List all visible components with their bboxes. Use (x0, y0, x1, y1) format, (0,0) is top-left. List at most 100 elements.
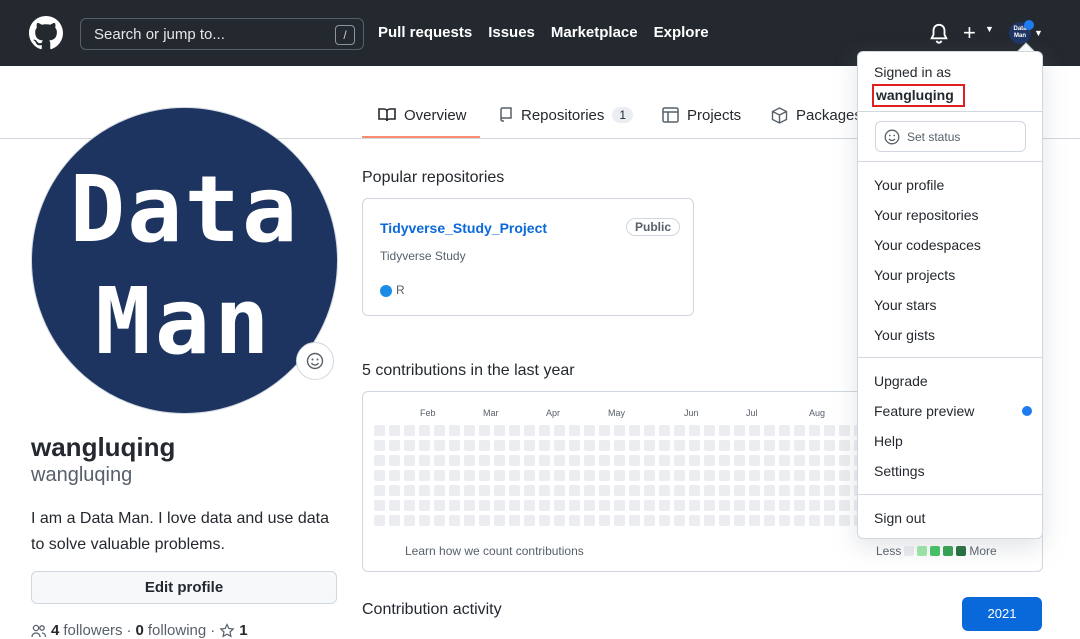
contribution-day-cell[interactable] (494, 515, 505, 526)
contribution-day-cell[interactable] (569, 470, 580, 481)
contribution-day-cell[interactable] (449, 425, 460, 436)
contribution-day-cell[interactable] (599, 500, 610, 511)
contribution-day-cell[interactable] (734, 485, 745, 496)
contribution-day-cell[interactable] (674, 440, 685, 451)
contribution-day-cell[interactable] (569, 455, 580, 466)
contribution-day-cell[interactable] (449, 440, 460, 451)
contribution-day-cell[interactable] (704, 455, 715, 466)
contribution-day-cell[interactable] (584, 500, 595, 511)
contribution-day-cell[interactable] (464, 470, 475, 481)
contribution-day-cell[interactable] (464, 440, 475, 451)
contribution-day-cell[interactable] (569, 485, 580, 496)
contribution-day-cell[interactable] (644, 425, 655, 436)
following-count[interactable]: 0 (136, 622, 144, 639)
followers-count[interactable]: 4 (51, 622, 59, 639)
contribution-day-cell[interactable] (809, 500, 820, 511)
contribution-day-cell[interactable] (584, 485, 595, 496)
contribution-day-cell[interactable] (839, 425, 850, 436)
contribution-day-cell[interactable] (704, 500, 715, 511)
contribution-day-cell[interactable] (389, 425, 400, 436)
contribution-day-cell[interactable] (479, 500, 490, 511)
menu-your-profile[interactable]: Your profile (874, 177, 944, 193)
contribution-day-cell[interactable] (464, 485, 475, 496)
contribution-day-cell[interactable] (719, 425, 730, 436)
contribution-day-cell[interactable] (794, 425, 805, 436)
contribution-day-cell[interactable] (734, 455, 745, 466)
menu-sign-out[interactable]: Sign out (874, 510, 925, 526)
contribution-day-cell[interactable] (614, 515, 625, 526)
contribution-day-cell[interactable] (674, 455, 685, 466)
contribution-day-cell[interactable] (779, 515, 790, 526)
contribution-day-cell[interactable] (659, 470, 670, 481)
contribution-day-cell[interactable] (764, 470, 775, 481)
chevron-down-icon[interactable]: ▼ (1034, 28, 1043, 38)
contribution-day-cell[interactable] (599, 440, 610, 451)
contribution-day-cell[interactable] (464, 500, 475, 511)
contribution-day-cell[interactable] (719, 500, 730, 511)
contribution-day-cell[interactable] (479, 425, 490, 436)
contribution-day-cell[interactable] (584, 440, 595, 451)
contribution-day-cell[interactable] (494, 455, 505, 466)
menu-your-codespaces[interactable]: Your codespaces (874, 237, 981, 253)
contribution-day-cell[interactable] (794, 500, 805, 511)
contribution-day-cell[interactable] (524, 515, 535, 526)
profile-avatar[interactable]: Data Man (31, 107, 338, 414)
contribution-day-cell[interactable] (644, 515, 655, 526)
menu-settings[interactable]: Settings (874, 463, 925, 479)
contribution-day-cell[interactable] (569, 425, 580, 436)
contribution-day-cell[interactable] (749, 455, 760, 466)
contribution-day-cell[interactable] (599, 455, 610, 466)
contribution-day-cell[interactable] (689, 500, 700, 511)
contribution-day-cell[interactable] (389, 440, 400, 451)
following-label[interactable]: following (148, 622, 206, 639)
contribution-day-cell[interactable] (434, 500, 445, 511)
contribution-day-cell[interactable] (404, 515, 415, 526)
contribution-day-cell[interactable] (554, 425, 565, 436)
contribution-day-cell[interactable] (614, 425, 625, 436)
contribution-day-cell[interactable] (659, 515, 670, 526)
chevron-down-icon[interactable]: ▼ (985, 24, 994, 34)
github-logo-icon[interactable] (29, 16, 63, 50)
contribution-day-cell[interactable] (509, 500, 520, 511)
contribution-day-cell[interactable] (749, 440, 760, 451)
contribution-day-cell[interactable] (839, 515, 850, 526)
contribution-day-cell[interactable] (689, 455, 700, 466)
bell-icon[interactable] (929, 23, 949, 45)
contribution-day-cell[interactable] (389, 515, 400, 526)
learn-contributions-link[interactable]: Learn how we count contributions (405, 544, 584, 558)
contribution-day-cell[interactable] (479, 440, 490, 451)
stars-count[interactable]: 1 (239, 622, 247, 639)
contribution-day-cell[interactable] (389, 455, 400, 466)
contribution-day-cell[interactable] (404, 440, 415, 451)
nav-marketplace[interactable]: Marketplace (551, 24, 638, 41)
contribution-day-cell[interactable] (794, 455, 805, 466)
search-input[interactable]: Search or jump to... / (80, 18, 364, 50)
contribution-day-cell[interactable] (389, 500, 400, 511)
contribution-day-cell[interactable] (794, 515, 805, 526)
contribution-day-cell[interactable] (734, 500, 745, 511)
contribution-day-cell[interactable] (764, 485, 775, 496)
menu-your-stars[interactable]: Your stars (874, 297, 937, 313)
contribution-day-cell[interactable] (779, 440, 790, 451)
contribution-day-cell[interactable] (419, 455, 430, 466)
contribution-day-cell[interactable] (809, 485, 820, 496)
contribution-day-cell[interactable] (719, 470, 730, 481)
repo-name-link[interactable]: Tidyverse_Study_Project (380, 220, 547, 236)
contribution-day-cell[interactable] (479, 515, 490, 526)
contribution-day-cell[interactable] (734, 470, 745, 481)
contribution-day-cell[interactable] (374, 500, 385, 511)
contribution-day-cell[interactable] (629, 470, 640, 481)
contribution-day-cell[interactable] (494, 425, 505, 436)
contribution-day-cell[interactable] (659, 440, 670, 451)
contribution-day-cell[interactable] (674, 500, 685, 511)
menu-upgrade[interactable]: Upgrade (874, 373, 928, 389)
edit-profile-button[interactable]: Edit profile (31, 571, 337, 604)
contribution-day-cell[interactable] (809, 425, 820, 436)
tab-projects[interactable]: Projects (662, 104, 741, 126)
followers-label[interactable]: followers (63, 622, 122, 639)
contribution-day-cell[interactable] (539, 425, 550, 436)
contribution-day-cell[interactable] (629, 425, 640, 436)
contribution-day-cell[interactable] (659, 455, 670, 466)
contribution-day-cell[interactable] (374, 515, 385, 526)
contribution-day-cell[interactable] (494, 440, 505, 451)
